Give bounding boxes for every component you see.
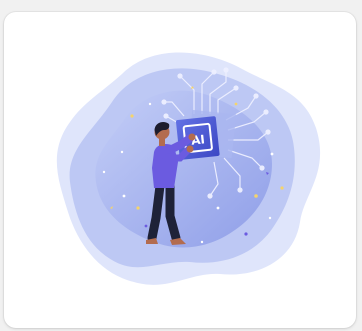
person-placing-ai-chip-icon: AI — [56, 52, 321, 285]
page: AI — [0, 0, 362, 331]
illustration-card[interactable]: AI — [4, 12, 356, 328]
